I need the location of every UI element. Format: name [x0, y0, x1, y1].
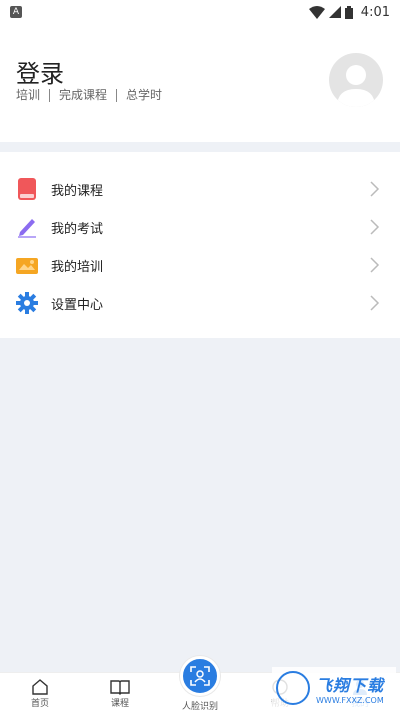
pen-icon — [16, 216, 38, 238]
stat-completed-courses: 完成课程 — [49, 89, 116, 102]
menu-item-my-exams[interactable]: 我的考试 — [0, 208, 400, 246]
cell-signal-icon — [328, 6, 341, 18]
chevron-right-icon — [370, 257, 380, 273]
watermark-title: 飞翔下载 — [316, 675, 385, 695]
tab-courses[interactable]: 课程 — [85, 673, 155, 712]
menu-item-my-training[interactable]: 我的培训 — [0, 246, 400, 284]
home-icon — [32, 679, 48, 695]
menu-label: 我的课程 — [51, 183, 104, 199]
menu-label: 我的考试 — [51, 221, 104, 237]
menu-item-settings[interactable]: 设置中心 — [0, 284, 400, 322]
training-icon — [16, 254, 38, 276]
chevron-right-icon — [370, 181, 380, 197]
stat-training: 培训 — [16, 88, 41, 102]
chevron-right-icon — [370, 295, 380, 311]
login-button[interactable]: 登录 — [16, 54, 64, 89]
menu-item-my-courses[interactable]: 我的课程 — [0, 170, 400, 208]
app-notification-icon: A — [10, 6, 22, 18]
status-bar: A 4:01 — [0, 0, 400, 24]
tab-label: 首页 — [30, 699, 49, 709]
profile-header: 登录 培训 完成课程 总学时 — [0, 24, 400, 142]
watermark-url: WWW.FXXZ.COM — [316, 695, 384, 705]
battery-icon — [344, 5, 353, 19]
tab-label: 课程 — [110, 699, 129, 709]
watermark-logo-icon — [276, 671, 310, 705]
clock: 4:01 — [360, 4, 390, 20]
tab-home[interactable]: 首页 — [5, 673, 75, 712]
open-book-icon — [110, 680, 130, 695]
book-icon — [16, 178, 38, 200]
menu-list: 我的课程 我的考试 我的培训 设置中心 — [0, 152, 400, 338]
menu-label: 设置中心 — [51, 297, 104, 313]
profile-stats: 培训 完成课程 总学时 — [16, 89, 171, 102]
stat-total-hours: 总学时 — [116, 89, 171, 102]
face-scan-icon — [190, 666, 210, 686]
face-recognition-button[interactable] — [180, 656, 220, 696]
avatar[interactable] — [329, 53, 383, 107]
watermark: 飞翔下载 WWW.FXXZ.COM — [272, 667, 396, 709]
chevron-right-icon — [370, 219, 380, 235]
menu-label: 我的培训 — [51, 259, 104, 275]
wifi-icon — [308, 5, 325, 19]
gear-icon — [16, 292, 38, 314]
face-recognition-label: 人脸识别 — [181, 702, 218, 712]
